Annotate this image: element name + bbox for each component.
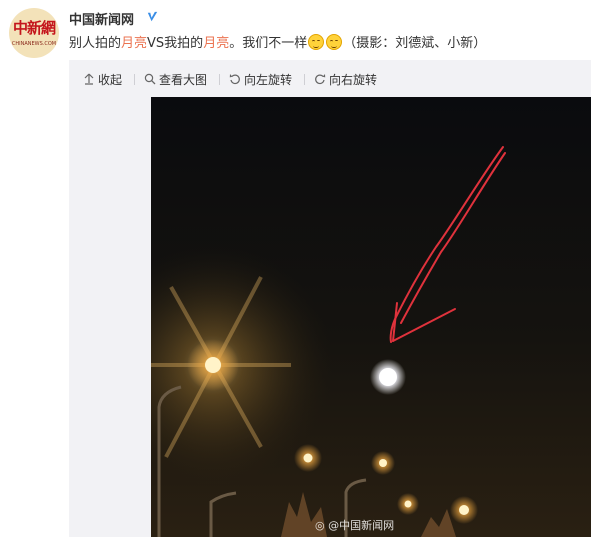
verified-v-icon	[145, 9, 160, 24]
avatar-logo-subtext: CHINANEWS.COM	[11, 41, 57, 47]
moon-photo[interactable]: ◎ @中国新闻网	[151, 97, 591, 537]
media-expanded-box: 收起 查看大图 向左旋转 向右旋转 ◎ @中国新闻网	[69, 60, 591, 537]
weibo-logo-icon: ◎	[315, 519, 325, 532]
account-name[interactable]: 中国新闻网	[69, 9, 134, 28]
avatar[interactable]: 中新網 CHINANEWS.COM	[9, 8, 59, 58]
post-text: 别人拍的月亮VS我拍的月亮。我们不一样 （摄影：刘德斌、小新）	[69, 32, 486, 51]
night-scene-image	[151, 97, 591, 537]
toolbar-divider	[304, 73, 306, 85]
rotate-right-button[interactable]: 向右旋转	[314, 71, 377, 88]
photo-watermark: ◎ @中国新闻网	[315, 517, 394, 533]
view-large-button[interactable]: 查看大图	[144, 71, 207, 88]
post-text-seg1: 别人拍的	[69, 36, 122, 51]
post-text-seg6: （摄影：刘德斌、小新）	[343, 36, 487, 51]
collapse-label: 收起	[98, 72, 123, 87]
rotate-right-label: 向右旋转	[329, 72, 378, 87]
magnifier-icon	[144, 73, 156, 85]
moon-keyword-link-2[interactable]: 月亮	[203, 36, 229, 51]
rotate-right-icon	[315, 74, 326, 85]
smile-emoji-icon-2	[326, 34, 343, 50]
toolbar-divider	[219, 73, 221, 85]
moon-keyword-link[interactable]: 月亮	[121, 36, 147, 51]
media-toolbar: 收起 查看大图 向左旋转 向右旋转	[69, 60, 389, 98]
collapse-button[interactable]: 收起	[83, 71, 122, 88]
view-large-label: 查看大图	[159, 72, 208, 87]
arrow-up-icon	[84, 73, 94, 85]
watermark-text: @中国新闻网	[328, 519, 395, 532]
rotate-left-button[interactable]: 向左旋转	[229, 71, 292, 88]
avatar-logo-text: 中新網	[12, 19, 56, 37]
smile-emoji-icon	[308, 34, 325, 50]
post-text-seg3: VS我拍的	[147, 36, 204, 51]
toolbar-divider	[134, 73, 136, 85]
post-text-seg5: 。我们不一样	[229, 36, 308, 51]
rotate-left-icon	[229, 74, 240, 85]
rotate-left-label: 向左旋转	[244, 72, 293, 87]
